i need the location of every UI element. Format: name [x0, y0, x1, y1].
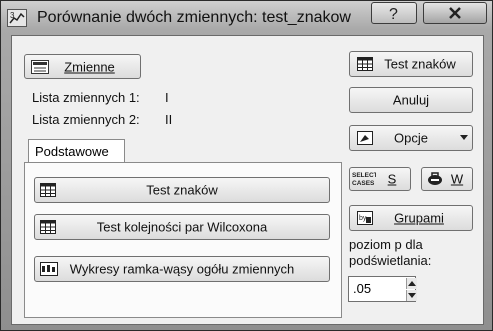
dialog-window: 3 Porównanie dwóch zmiennych: test_znako… [0, 0, 493, 331]
tab-podstawowe-label: Podstawowe [35, 144, 109, 159]
app-icon: 3 [7, 9, 27, 27]
select-cases-label: S [387, 171, 397, 187]
sign-test-button[interactable]: Test znaków [34, 177, 330, 203]
var-list2-value: II [165, 112, 173, 127]
sign-test-button-label: Test znaków [146, 182, 218, 198]
svg-text:3: 3 [10, 11, 15, 20]
close-button[interactable] [423, 2, 487, 24]
help-button[interactable]: ? [371, 2, 417, 24]
title-bar: 3 Porównanie dwóch zmiennych: test_znako… [1, 1, 492, 35]
p-level-input[interactable] [351, 280, 405, 297]
highlight-p-label: poziom p dla podświetlania: [349, 237, 432, 268]
var-list1-label: Lista zmiennych 1: [32, 90, 140, 105]
by-group-button[interactable]: by Grupami [349, 205, 473, 231]
tab-podstawowe[interactable]: Podstawowe [28, 139, 125, 163]
cancel-button-label: Anuluj [392, 92, 430, 108]
boxplot-button[interactable]: Wykresy ramka-wąsy ogółu zmiennych [34, 256, 330, 282]
options-button-label: Opcje [394, 130, 428, 146]
cancel-button[interactable]: Anuluj [349, 87, 473, 113]
weight-label: W [450, 171, 464, 187]
window-title: Porównanie dwóch zmiennych: test_znakow [37, 9, 351, 26]
select-cases-button[interactable]: SELECT CASES S [349, 167, 411, 191]
weight-button[interactable]: W [421, 167, 473, 191]
arrow-up-icon [408, 281, 416, 286]
dialog-body: Zmienne Lista zmiennych 1: I Lista zmien… [11, 35, 484, 325]
help-icon: ? [389, 6, 398, 21]
sign-test-run-button[interactable]: Test znaków [349, 51, 473, 77]
boxplot-button-label: Wykresy ramka-wąsy ogółu zmiennych [69, 261, 295, 277]
svg-text:?: ? [389, 6, 398, 21]
arrow-down-icon [408, 293, 416, 298]
var-list1-value: I [165, 90, 169, 105]
options-button[interactable]: Opcje [349, 125, 473, 151]
by-group-label: Grupami [394, 210, 444, 226]
wilcoxon-test-button[interactable]: Test kolejności par Wilcoxona [34, 214, 330, 240]
variables-button-label: Zmienne [64, 59, 115, 74]
tab-panel-podstawowe: Test znaków Test kolejności par Wilcoxon… [24, 162, 342, 318]
p-level-spinner[interactable] [348, 276, 417, 302]
spin-down-button[interactable] [406, 290, 417, 301]
chevron-down-icon [460, 135, 468, 140]
var-list2-label: Lista zmiennych 2: [32, 112, 140, 127]
variables-button[interactable]: Zmienne [24, 54, 141, 79]
wilcoxon-test-button-label: Test kolejności par Wilcoxona [96, 219, 268, 235]
close-icon [449, 7, 461, 19]
spin-up-button[interactable] [406, 278, 417, 289]
sign-test-run-label: Test znaków [384, 56, 456, 72]
